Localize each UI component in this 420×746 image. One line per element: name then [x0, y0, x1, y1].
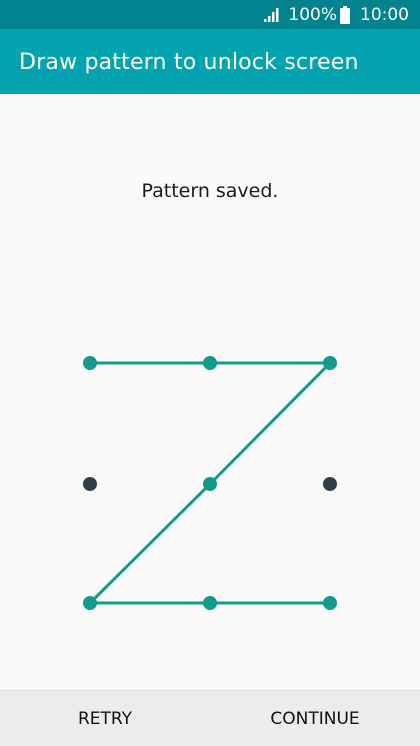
pattern-dot-6[interactable]	[323, 477, 337, 491]
pattern-dot-7[interactable]	[83, 596, 97, 610]
retry-button[interactable]: RETRY	[40, 691, 170, 746]
pattern-dot-9[interactable]	[323, 596, 337, 610]
pattern-line-segment	[208, 361, 332, 486]
pattern-line-segment	[88, 482, 212, 605]
pattern-grid[interactable]	[0, 0, 420, 746]
pattern-dot-2[interactable]	[203, 356, 217, 370]
pattern-dot-8[interactable]	[203, 596, 217, 610]
pattern-dot-1[interactable]	[83, 356, 97, 370]
pattern-unlock-screen: 100% 10:00 Draw pattern to unlock screen…	[0, 0, 420, 746]
continue-button[interactable]: CONTINUE	[250, 691, 380, 746]
pattern-dot-3[interactable]	[323, 356, 337, 370]
pattern-dot-4[interactable]	[83, 477, 97, 491]
bottom-action-bar: RETRY CONTINUE	[0, 690, 420, 746]
pattern-dot-5[interactable]	[203, 477, 217, 491]
